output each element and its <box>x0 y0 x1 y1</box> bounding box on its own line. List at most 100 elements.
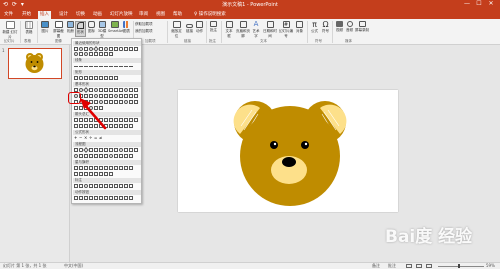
date-time-button[interactable]: 日期和时间 <box>263 21 277 39</box>
bear-nose <box>282 157 296 167</box>
slide-thumbnail[interactable] <box>8 48 62 79</box>
screen-record-button[interactable]: 屏幕录制 <box>355 21 369 33</box>
bear-head <box>240 106 340 206</box>
shape-row[interactable] <box>74 52 140 57</box>
ribbon-separator <box>20 21 21 43</box>
icons-button[interactable]: 图标 <box>87 21 96 34</box>
video-button[interactable]: 视频 <box>335 21 344 33</box>
ribbon-separator <box>37 21 38 43</box>
link-button[interactable]: 链接 <box>185 21 194 34</box>
tab-slideshow[interactable]: 幻灯片放映 <box>108 11 135 19</box>
my-addins-button[interactable]: 我的加载项 <box>135 29 153 34</box>
get-addins-button[interactable]: 获取加载项 <box>135 22 153 27</box>
audio-button[interactable]: 音频 <box>345 21 354 33</box>
status-bar: 幻灯片 第 1 张，共 1 张 中文(中国) 备注 批注 59% <box>0 262 500 269</box>
shape-row[interactable] <box>74 147 140 153</box>
header-footer-button[interactable]: 页眉和页脚 <box>236 21 250 39</box>
group-label-addins: 加载项 <box>145 39 156 43</box>
normal-view-icon[interactable] <box>406 264 412 268</box>
zoom-slider-thumb[interactable] <box>458 264 460 268</box>
album-button[interactable]: 相册 <box>66 21 75 34</box>
tab-review[interactable]: 审阅 <box>137 11 150 19</box>
new-slide-button[interactable]: 新建 幻灯片 <box>2 21 18 40</box>
shape-row[interactable] <box>74 87 140 93</box>
chart-icon <box>123 21 130 28</box>
table-icon <box>25 21 33 29</box>
chart-button[interactable]: 图表 <box>122 21 131 34</box>
close-button[interactable]: ✕ <box>485 0 497 7</box>
zoom-slider[interactable] <box>438 266 484 267</box>
shapes-button[interactable]: 形状 <box>75 21 86 37</box>
shape-row[interactable] <box>74 64 140 69</box>
textbox-icon <box>225 21 233 28</box>
section-recent-shapes: 最近使用的形状 <box>73 41 141 46</box>
tab-design[interactable]: 设计 <box>57 11 70 19</box>
group-label-media: 媒体 <box>345 39 352 43</box>
action-button[interactable]: 动作 <box>195 21 204 34</box>
language-status[interactable]: 中文(中国) <box>64 263 83 269</box>
3d-models-button[interactable]: 3D模型 <box>97 21 107 39</box>
tell-me-search[interactable]: ♀ 操作说明搜索 <box>192 11 228 19</box>
tab-home[interactable]: 开始 <box>20 11 33 19</box>
slide-thumbnail-panel[interactable]: 1 <box>0 45 70 262</box>
images-icon <box>41 21 49 28</box>
tab-file[interactable]: 文件 <box>2 11 15 19</box>
wordart-icon: A <box>253 20 259 28</box>
symbol-button[interactable]: Ω 符号 <box>321 21 330 34</box>
shape-row[interactable] <box>74 166 140 171</box>
shape-row[interactable]: + − × ÷ = ≠ <box>74 136 140 141</box>
slide-sorter-icon[interactable] <box>416 264 422 268</box>
tab-animations[interactable]: 动画 <box>91 11 104 19</box>
slide-canvas[interactable] <box>178 90 398 212</box>
pi-icon: π <box>312 20 317 29</box>
minimize-button[interactable]: — <box>461 0 473 7</box>
ribbon-separator <box>167 21 168 43</box>
section-action-buttons: 动作按钮 <box>73 190 141 195</box>
section-flowchart: 流程图 <box>73 142 141 147</box>
reading-view-icon[interactable] <box>426 264 432 268</box>
calendar-icon <box>266 21 274 28</box>
screenshot-button[interactable]: 屏幕截图 <box>52 21 65 39</box>
images-button[interactable]: 图片 <box>39 21 51 34</box>
tab-transitions[interactable]: 切换 <box>74 11 87 19</box>
window-controls: — ☐ ✕ <box>461 0 497 7</box>
baidu-watermark-logo: Bai度 经验 <box>385 227 473 247</box>
shape-row[interactable] <box>74 154 140 159</box>
textbox-button[interactable]: 文本框 <box>224 21 234 39</box>
table-button[interactable]: 表格 <box>23 21 35 35</box>
icons-icon <box>88 21 95 28</box>
shape-row[interactable] <box>74 196 140 201</box>
powerpoint-window: ⟲ ⟳ ▾ 演示文稿1 - PowerPoint — ☐ ✕ 文件 开始 插入 设计… <box>0 0 500 269</box>
maximize-button[interactable]: ☐ <box>473 0 485 7</box>
shape-row[interactable] <box>74 172 140 177</box>
zoom-level[interactable]: 59% <box>486 263 495 269</box>
group-label-tables: 表格 <box>24 39 31 43</box>
tab-insert[interactable]: 插入 <box>38 11 51 19</box>
zoom-button[interactable]: 缩放定位 <box>170 21 183 39</box>
ribbon-separator <box>206 21 207 43</box>
video-icon <box>336 21 343 27</box>
tab-view[interactable]: 视图 <box>154 11 167 19</box>
screenshot-icon <box>54 21 63 28</box>
header-footer-icon <box>239 21 247 28</box>
equation-button[interactable]: π 公式 <box>310 21 319 34</box>
section-lines: 线条 <box>73 58 141 63</box>
title-bar: ⟲ ⟳ ▾ 演示文稿1 - PowerPoint — ☐ ✕ <box>0 0 500 10</box>
group-label-links: 链接 <box>184 39 191 43</box>
window-title: 演示文稿1 - PowerPoint <box>222 2 278 8</box>
notes-toggle[interactable]: 备注 <box>372 263 380 269</box>
comments-toggle[interactable]: 批注 <box>388 263 396 269</box>
object-button[interactable]: 对象 <box>295 21 304 34</box>
section-callouts: 标注 <box>73 178 141 183</box>
comment-button[interactable]: 批注 <box>209 21 218 33</box>
red-arrow-annotation <box>80 98 107 130</box>
wordart-button[interactable]: A 艺术字 <box>251 21 261 39</box>
slide-number-button[interactable]: # 幻灯片编号 <box>279 21 293 39</box>
shape-row[interactable] <box>74 184 140 189</box>
shape-row[interactable] <box>74 76 140 81</box>
bear-thumbnail-image <box>25 53 44 73</box>
tab-help[interactable]: 帮助 <box>171 11 184 19</box>
group-label-images: 图像 <box>55 39 62 43</box>
smartart-button[interactable]: SmartArt <box>108 21 124 33</box>
ribbon-tabs: 文件 开始 插入 设计 切换 动画 幻灯片放映 审阅 视图 帮助 ♀ 操作说明搜… <box>0 10 500 19</box>
